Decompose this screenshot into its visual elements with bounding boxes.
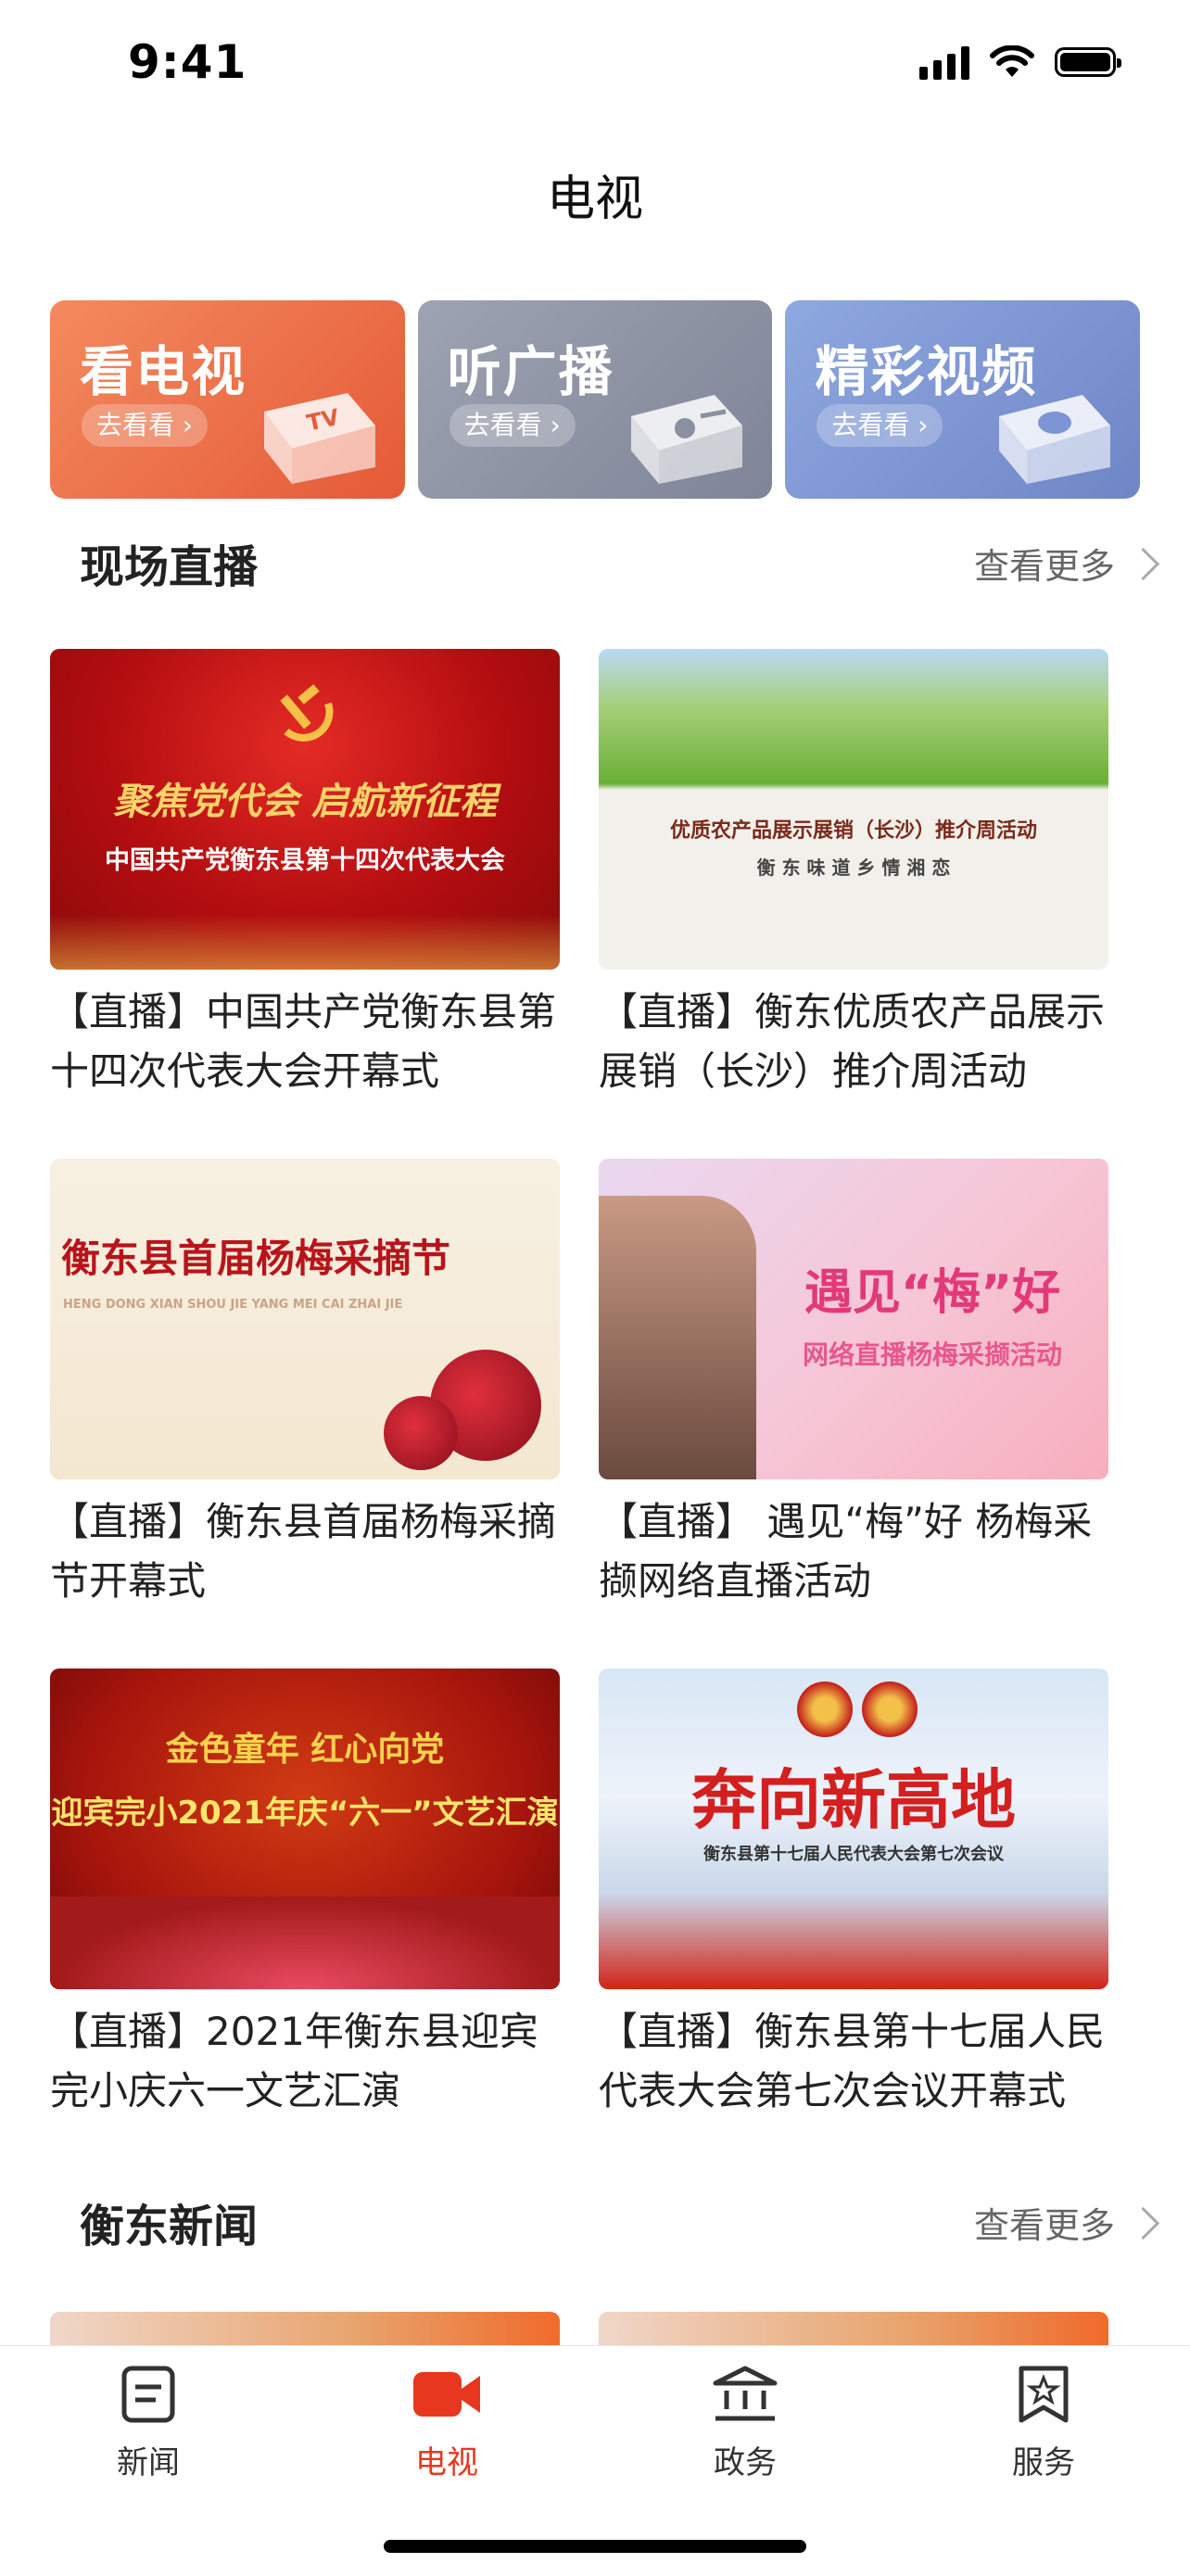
thumbnail-caption: 奔向新高地 [691, 1762, 1016, 1838]
thumbnail-caption: 衡东县首届杨梅采摘节 [61, 1236, 451, 1281]
tab-service[interactable]: 服务 [951, 2365, 1136, 2482]
tab-label: 服务 [1012, 2444, 1075, 2481]
thumbnail-subcaption: 网络直播杨梅采撷活动 [802, 1339, 1062, 1370]
page-title: 电视 [546, 171, 643, 227]
video-title: 【直播】 遇见“梅”好 杨梅采撷网络直播活动 [599, 1499, 1093, 1604]
card-title: 看电视 [80, 340, 247, 403]
view-more-link[interactable]: 查看更多 [974, 2197, 1160, 2248]
national-emblem-icon [797, 1681, 853, 1737]
go-listen-button[interactable]: 去看看 › [449, 404, 576, 447]
tab-label: 新闻 [117, 2444, 180, 2481]
category-cards: 看电视 去看看 › TV 听广播 去看看 › 精彩视频 去看看 › [50, 300, 1141, 499]
live-item[interactable]: 聚焦党代会 启航新征程 中国共产党衡东县第十四次代表大会 【直播】中国共产党衡东… [50, 649, 560, 1159]
status-bar: 9:41 [0, 0, 1190, 130]
video-title: 【直播】衡东优质农产品展示展销（长沙）推介周活动 [599, 989, 1106, 1094]
status-time: 9:41 [128, 35, 247, 89]
tab-news[interactable]: 新闻 [56, 2365, 241, 2482]
thumbnail-subcaption: HENG DONG XIAN SHOU JIE YANG MEI CAI ZHA… [63, 1298, 403, 1312]
thumbnail-subcaption: 衡东县第十七届人民代表大会第七次会议 [703, 1845, 1004, 1864]
chevron-right-icon [1126, 2206, 1160, 2240]
watch-tv-card[interactable]: 看电视 去看看 › TV [50, 300, 405, 499]
video-thumbnail[interactable]: 优质农产品展示展销（长沙）推介周活动 衡 东 味 道 乡 情 湘 恋 [599, 649, 1108, 970]
section-title: 现场直播 [80, 541, 259, 593]
thumbnail-caption: 优质农产品展示展销（长沙）推介周活动 [669, 819, 1037, 843]
video-play-icon [999, 395, 1111, 484]
live-item[interactable]: 衡东县首届杨梅采摘节 HENG DONG XIAN SHOU JIE YANG … [50, 1159, 560, 1669]
video-thumbnail[interactable]: 奔向新高地 衡东县第十七届人民代表大会第七次会议 [599, 1669, 1108, 1989]
video-title: 【直播】衡东县首届杨梅采摘节开幕式 [50, 1499, 557, 1604]
news-thumbnail[interactable] [50, 2312, 560, 2345]
live-item[interactable]: 遇见“梅”好 网络直播杨梅采撷活动 【直播】 遇见“梅”好 杨梅采撷网络直播活动 [599, 1159, 1108, 1669]
listen-radio-card[interactable]: 听广播 去看看 › [417, 300, 773, 499]
tab-label: 电视 [415, 2444, 478, 2481]
thumbnail-subcaption: 衡 东 味 道 乡 情 湘 恋 [756, 857, 951, 879]
thumbnail-subcaption: 迎宾完小2021年庆“六一”文艺汇演 [51, 1795, 559, 1832]
news-icon [121, 2366, 175, 2423]
live-item[interactable]: 优质农产品展示展销（长沙）推介周活动 衡 东 味 道 乡 情 湘 恋 【直播】衡… [599, 649, 1108, 1159]
status-icons [919, 44, 1121, 80]
cellular-signal-icon [919, 44, 969, 80]
card-title: 听广播 [447, 340, 614, 403]
video-title: 【直播】中国共产党衡东县第十四次代表大会开幕式 [50, 989, 557, 1094]
service-icon [1019, 2366, 1069, 2423]
go-watch-button[interactable]: 去看看 › [82, 404, 209, 447]
tv-icon: TV [263, 393, 375, 484]
tv-camera-icon [413, 2372, 480, 2417]
thumbnail-caption: 金色童年 红心向党 [165, 1731, 445, 1769]
live-item[interactable]: 奔向新高地 衡东县第十七届人民代表大会第七次会议 【直播】衡东县第十七届人民代表… [599, 1669, 1108, 2178]
live-item[interactable]: 金色童年 红心向党 迎宾完小2021年庆“六一”文艺汇演 【直播】2021年衡东… [50, 1669, 560, 2178]
section-title: 衡东新闻 [80, 2201, 259, 2252]
radio-icon [631, 395, 743, 484]
tab-government[interactable]: 政务 [652, 2365, 838, 2482]
party-emblem-icon [280, 684, 334, 742]
video-title: 【直播】衡东县第十七届人民代表大会第七次会议开幕式 [599, 2009, 1106, 2113]
news-thumbnail[interactable] [599, 2312, 1108, 2345]
video-thumbnail[interactable]: 聚焦党代会 启航新征程 中国共产党衡东县第十四次代表大会 [50, 649, 560, 970]
wifi-icon [990, 45, 1034, 77]
go-watch-video-button[interactable]: 去看看 › [817, 404, 943, 447]
home-indicator [384, 2540, 806, 2553]
thumbnail-caption: 遇见“梅”好 [804, 1265, 1061, 1321]
video-thumbnail[interactable]: 金色童年 红心向党 迎宾完小2021年庆“六一”文艺汇演 [50, 1669, 560, 1989]
view-more-link[interactable]: 查看更多 [974, 538, 1160, 589]
thumbnail-caption: 聚焦党代会 启航新征程 [113, 780, 497, 823]
tab-tv[interactable]: 电视 [354, 2365, 539, 2482]
video-thumbnail[interactable]: 衡东县首届杨梅采摘节 HENG DONG XIAN SHOU JIE YANG … [50, 1159, 560, 1479]
party-emblem-icon [862, 1681, 918, 1737]
news-section-header: 衡东新闻 查看更多 [80, 2180, 1160, 2254]
video-title: 【直播】2021年衡东县迎宾完小庆六一文艺汇演 [50, 2009, 538, 2113]
tab-label: 政务 [714, 2444, 777, 2481]
featured-video-card[interactable]: 精彩视频 去看看 › [785, 300, 1141, 499]
battery-icon [1055, 47, 1121, 77]
thumbnail-subcaption: 中国共产党衡东县第十四次代表大会 [105, 846, 505, 875]
live-grid: 聚焦党代会 启航新征程 中国共产党衡东县第十四次代表大会 【直播】中国共产党衡东… [50, 649, 1108, 2178]
government-icon [713, 2366, 778, 2421]
chevron-right-icon [1126, 547, 1160, 581]
video-thumbnail[interactable]: 遇见“梅”好 网络直播杨梅采撷活动 [599, 1159, 1108, 1479]
live-section-header: 现场直播 查看更多 [80, 521, 1160, 595]
